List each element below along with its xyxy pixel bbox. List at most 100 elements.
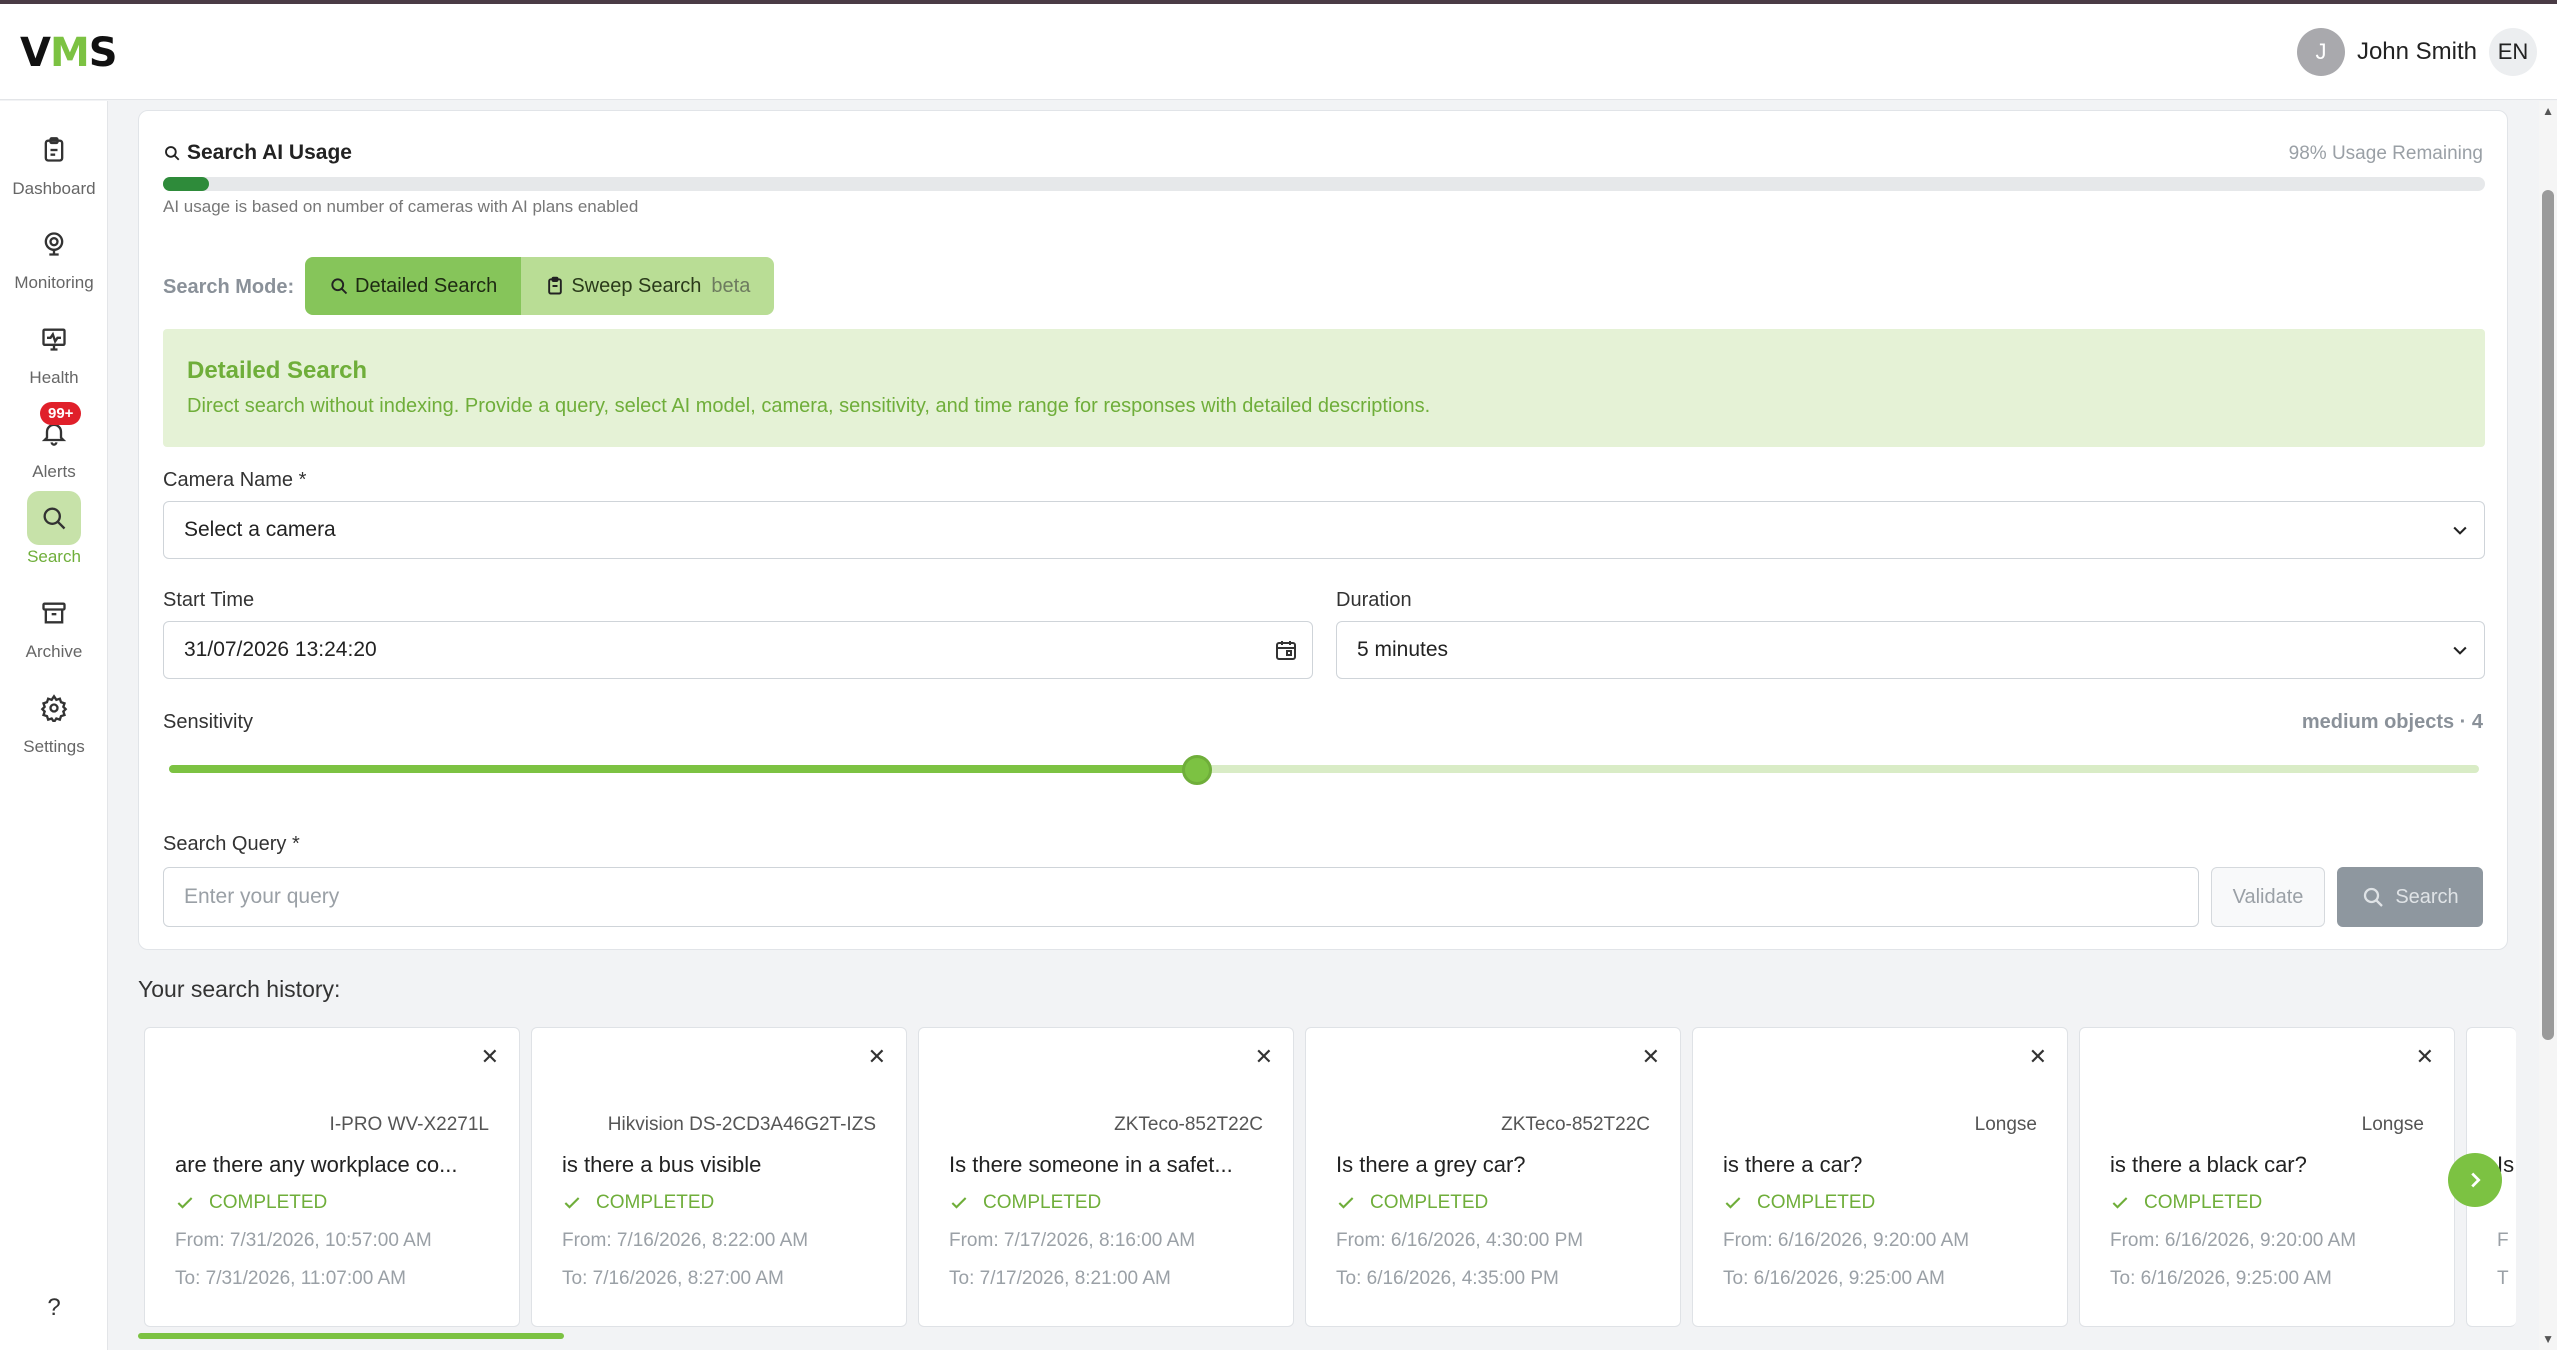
history-from: From: 7/31/2026, 10:57:00 AM bbox=[175, 1230, 432, 1251]
search-mode-label: Search Mode: bbox=[163, 276, 295, 298]
history-query: is there a bus visible bbox=[562, 1152, 762, 1177]
camera-select[interactable]: Select a camera bbox=[163, 501, 2485, 559]
scroll-up-arrow-icon[interactable]: ▲ bbox=[2542, 104, 2554, 118]
history-status: COMPLETED bbox=[175, 1192, 327, 1214]
help-button[interactable]: ? bbox=[0, 1294, 108, 1322]
alerts-count-badge: 99+ bbox=[40, 402, 82, 425]
search-icon bbox=[165, 146, 180, 161]
mode-description-title: Detailed Search bbox=[187, 357, 368, 384]
camera-select-value: Select a camera bbox=[184, 518, 336, 541]
history-card[interactable]: ✕ ZKTeco-852T22C Is there someone in a s… bbox=[918, 1027, 1294, 1327]
search-query-input[interactable]: Enter your query bbox=[163, 867, 2199, 927]
sidebar-item-alerts[interactable]: 99+ Alerts bbox=[0, 402, 108, 492]
history-next-button[interactable] bbox=[2448, 1153, 2502, 1207]
close-icon[interactable]: ✕ bbox=[2029, 1044, 2047, 1070]
history-camera: ZKTeco-852T22C bbox=[1114, 1114, 1263, 1135]
history-camera: Longse bbox=[2361, 1114, 2424, 1135]
usage-title: Search AI Usage bbox=[163, 141, 352, 165]
mode-description-text: Direct search without indexing. Provide … bbox=[187, 395, 1431, 417]
close-icon[interactable]: ✕ bbox=[1642, 1044, 1660, 1070]
sidebar-item-archive[interactable]: Archive bbox=[0, 586, 108, 672]
history-to: To: 6/16/2026, 9:25:00 AM bbox=[1723, 1268, 1945, 1289]
calendar-icon[interactable] bbox=[1274, 638, 1298, 662]
search-panel: Search AI Usage 98% Usage Remaining AI u… bbox=[138, 110, 2508, 950]
check-icon bbox=[951, 1197, 967, 1209]
sweep-search-button[interactable]: Sweep Search beta bbox=[521, 257, 775, 315]
page-scrollbar-thumb[interactable] bbox=[2542, 190, 2554, 1040]
sidebar-item-label: Health bbox=[29, 368, 79, 387]
start-time-value: 31/07/2026 13:24:20 bbox=[184, 638, 377, 661]
search-query-placeholder: Enter your query bbox=[184, 885, 340, 908]
check-icon bbox=[564, 1197, 580, 1209]
usage-title-text: Search AI Usage bbox=[187, 141, 352, 164]
sensitivity-label: Sensitivity bbox=[163, 711, 254, 733]
history-card[interactable]: ✕ Longse is there a car? COMPLETED From:… bbox=[1692, 1027, 2068, 1327]
close-icon[interactable]: ✕ bbox=[481, 1044, 499, 1070]
history-query: is there a black car? bbox=[2110, 1152, 2307, 1177]
user-name[interactable]: John Smith bbox=[2357, 38, 2477, 66]
history-from: From: 6/16/2026, 9:20:00 AM bbox=[2110, 1230, 2357, 1251]
history-status-text: COMPLETED bbox=[1370, 1192, 1489, 1213]
sensitivity-value: medium objects · 4 bbox=[2301, 711, 2483, 733]
history-status: COMPLETED bbox=[562, 1192, 714, 1214]
usage-progress-fill bbox=[163, 177, 210, 191]
sidebar-item-dashboard[interactable]: Dashboard bbox=[0, 123, 108, 209]
close-icon[interactable]: ✕ bbox=[868, 1044, 886, 1070]
vms-logo[interactable]: VMS bbox=[20, 30, 118, 76]
search-button[interactable]: Search bbox=[2337, 867, 2483, 927]
history-from: From: 7/16/2026, 8:22:00 AM bbox=[562, 1230, 809, 1251]
history-camera: I-PRO WV-X2271L bbox=[329, 1114, 489, 1135]
history-card[interactable]: ✕ Hikvision DS-2CD3A46G2T-IZS is there a… bbox=[531, 1027, 907, 1327]
app-header: VMS J John Smith EN bbox=[0, 4, 2557, 100]
history-to: T bbox=[2497, 1268, 2509, 1289]
history-status: COMPLETED bbox=[1723, 1192, 1875, 1214]
sidebar-item-health[interactable]: Health bbox=[0, 312, 108, 398]
duration-value: 5 minutes bbox=[1357, 638, 1449, 661]
history-query: is there a car? bbox=[1723, 1152, 1863, 1177]
start-time-label: Start Time bbox=[163, 589, 255, 611]
search-history-title: Your search history: bbox=[138, 976, 341, 1002]
start-time-input[interactable]: 31/07/2026 13:24:20 bbox=[163, 621, 1313, 679]
history-query: Is there someone in a safet... bbox=[949, 1152, 1233, 1177]
history-status-text: COMPLETED bbox=[209, 1192, 328, 1213]
avatar[interactable]: J bbox=[2296, 28, 2345, 76]
clipboard-icon bbox=[548, 276, 563, 295]
check-icon bbox=[2112, 1197, 2128, 1209]
search-icon bbox=[331, 278, 348, 295]
chevron-right-icon bbox=[2471, 1172, 2481, 1188]
detailed-search-label: Detailed Search bbox=[355, 274, 498, 297]
search-icon bbox=[27, 491, 81, 545]
history-card[interactable]: ✕ Longse is there a black car? COMPLETED… bbox=[2079, 1027, 2455, 1327]
chevron-down-icon bbox=[2453, 526, 2467, 535]
language-selector[interactable]: EN bbox=[2489, 28, 2537, 76]
sensitivity-slider-handle[interactable] bbox=[1181, 755, 1212, 785]
history-status-text: COMPLETED bbox=[1757, 1192, 1876, 1213]
sidebar-item-label: Dashboard bbox=[12, 179, 96, 198]
history-card[interactable]: ✕ I-PRO WV-X2271L are there any workplac… bbox=[144, 1027, 520, 1327]
webcam-icon bbox=[27, 217, 81, 271]
history-scrollbar[interactable] bbox=[138, 1333, 564, 1339]
close-icon[interactable]: ✕ bbox=[2416, 1044, 2434, 1070]
sidebar-item-label: Archive bbox=[25, 642, 83, 661]
duration-select[interactable]: 5 minutes bbox=[1336, 621, 2485, 679]
duration-label: Duration bbox=[1336, 589, 1412, 611]
scroll-down-arrow-icon[interactable]: ▼ bbox=[2542, 1332, 2554, 1346]
sidebar-item-search[interactable]: Search bbox=[0, 491, 108, 577]
search-button-label: Search bbox=[2395, 885, 2459, 908]
mode-description-box: Detailed Search Direct search without in… bbox=[163, 329, 2485, 447]
gear-icon bbox=[27, 681, 81, 735]
search-query-label: Search Query * bbox=[163, 833, 300, 855]
sidebar-item-label: Settings bbox=[23, 737, 85, 756]
clipboard-icon bbox=[27, 123, 81, 177]
user-menu[interactable]: J John Smith EN bbox=[2296, 28, 2537, 76]
validate-button[interactable]: Validate bbox=[2211, 867, 2325, 927]
sidebar: Dashboard Monitoring Health 99+ Alerts S… bbox=[0, 101, 108, 1350]
sensitivity-slider[interactable] bbox=[169, 755, 2479, 785]
close-icon[interactable]: ✕ bbox=[1255, 1044, 1273, 1070]
detailed-search-button[interactable]: Detailed Search bbox=[305, 257, 522, 315]
history-card[interactable]: ✕ ZKTeco-852T22C Is there a grey car? CO… bbox=[1305, 1027, 1681, 1327]
sidebar-item-monitoring[interactable]: Monitoring bbox=[0, 217, 108, 303]
sidebar-item-settings[interactable]: Settings bbox=[0, 681, 108, 767]
check-icon bbox=[177, 1197, 193, 1209]
history-status: COMPLETED bbox=[1336, 1192, 1488, 1214]
